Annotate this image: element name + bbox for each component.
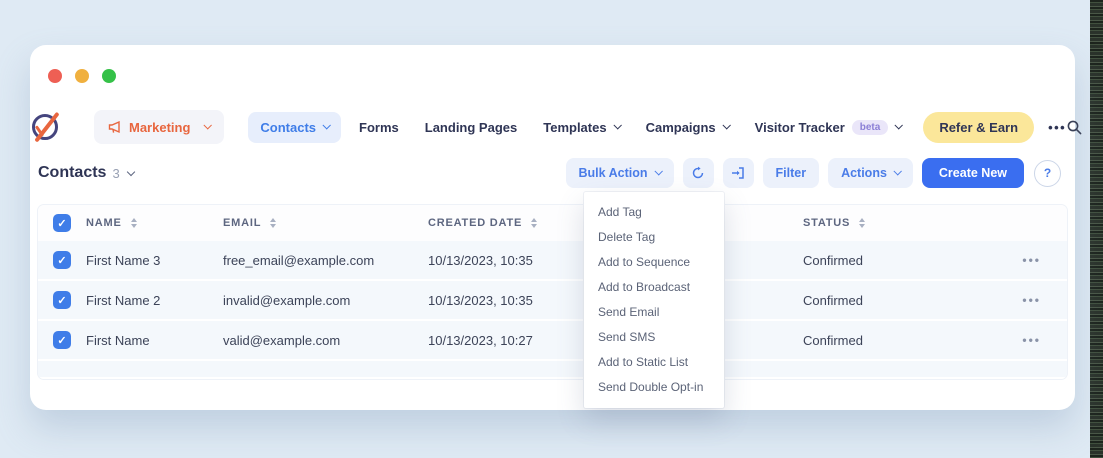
row-menu-icon[interactable]: ••• [1006, 293, 1067, 307]
app-window: Marketing Contacts Forms Landing Pages T… [30, 45, 1075, 410]
chevron-down-icon [654, 167, 662, 175]
product-label: Marketing [129, 120, 190, 135]
menu-item-send-double-opt-in[interactable]: Send Double Opt-in [584, 374, 724, 399]
cell-email: invalid@example.com [223, 293, 428, 308]
row-menu-icon[interactable]: ••• [1006, 253, 1067, 267]
import-button[interactable] [723, 158, 754, 188]
sort-icon[interactable] [270, 218, 276, 228]
menu-item-add-to-broadcast[interactable]: Add to Broadcast [584, 274, 724, 299]
cell-email: valid@example.com [223, 333, 428, 348]
nav-item-contacts[interactable]: Contacts [248, 112, 341, 143]
import-icon [731, 166, 745, 180]
chevron-down-icon [722, 121, 730, 129]
chevron-down-icon [204, 121, 212, 129]
help-button[interactable]: ? [1034, 160, 1061, 187]
cell-status: Confirmed [803, 333, 1006, 348]
top-navbar: Marketing Contacts Forms Landing Pages T… [30, 105, 1075, 149]
sort-icon[interactable] [531, 218, 537, 228]
contacts-table: ✓ NAME EMAIL CREATED DATE STATUS ✓ First… [38, 205, 1067, 379]
column-header-name[interactable]: NAME [86, 217, 223, 229]
menu-item-add-to-sequence[interactable]: Add to Sequence [584, 249, 724, 274]
contacts-count: 3 [112, 166, 119, 181]
row-checkbox[interactable]: ✓ [53, 251, 71, 269]
menu-item-send-email[interactable]: Send Email [584, 299, 724, 324]
window-maximize-dot[interactable] [102, 69, 116, 83]
page-title: Contacts [38, 164, 106, 182]
chevron-down-icon [322, 121, 330, 129]
cell-name: First Name 2 [86, 293, 223, 308]
table-footer-strip [38, 361, 1067, 379]
nav-item-campaigns[interactable]: Campaigns [646, 120, 729, 135]
window-close-dot[interactable] [48, 69, 62, 83]
search-icon[interactable] [1066, 119, 1083, 136]
cell-email: free_email@example.com [223, 253, 428, 268]
table-row[interactable]: ✓ First Name 3 free_email@example.com 10… [38, 241, 1067, 281]
brand-logo-icon [32, 111, 64, 143]
menu-item-send-sms[interactable]: Send SMS [584, 324, 724, 349]
beta-badge: beta [852, 120, 889, 135]
table-row[interactable]: ✓ First Name 2 invalid@example.com 10/13… [38, 281, 1067, 321]
select-all-checkbox[interactable]: ✓ [53, 214, 71, 232]
menu-item-delete-tag[interactable]: Delete Tag [584, 224, 724, 249]
cell-name: First Name 3 [86, 253, 223, 268]
row-checkbox[interactable]: ✓ [53, 291, 71, 309]
nav-item-forms[interactable]: Forms [359, 120, 399, 135]
chevron-down-icon [895, 121, 903, 129]
nav-item-refer-earn[interactable]: Refer & Earn [923, 112, 1034, 143]
menu-item-add-to-static-list[interactable]: Add to Static List [584, 349, 724, 374]
chevron-down-icon [613, 121, 621, 129]
window-minimize-dot[interactable] [75, 69, 89, 83]
nav-more-menu[interactable]: ••• [1048, 120, 1066, 135]
actions-button[interactable]: Actions [828, 158, 913, 188]
cell-status: Confirmed [803, 253, 1006, 268]
row-menu-icon[interactable]: ••• [1006, 333, 1067, 347]
nav-item-visitor-tracker[interactable]: Visitor Tracker beta [755, 120, 902, 135]
row-checkbox[interactable]: ✓ [53, 331, 71, 349]
cell-status: Confirmed [803, 293, 1006, 308]
column-header-email[interactable]: EMAIL [223, 217, 428, 229]
bulk-action-menu: Add Tag Delete Tag Add to Sequence Add t… [584, 192, 724, 408]
chevron-down-icon [893, 167, 901, 175]
page-toolbar: Contacts 3 Bulk Action Filter Actions Cr… [38, 153, 1061, 193]
product-switcher-marketing[interactable]: Marketing [94, 110, 224, 144]
sort-icon[interactable] [131, 218, 137, 228]
window-controls [48, 69, 116, 83]
table-row[interactable]: ✓ First Name valid@example.com 10/13/202… [38, 321, 1067, 361]
sort-icon[interactable] [859, 218, 865, 228]
nav-item-templates[interactable]: Templates [543, 120, 619, 135]
filter-button[interactable]: Filter [763, 158, 820, 188]
chevron-down-icon[interactable] [126, 167, 134, 175]
nav-item-landing-pages[interactable]: Landing Pages [425, 120, 517, 135]
background-texture-strip [1090, 0, 1103, 458]
megaphone-icon [108, 121, 122, 134]
menu-item-add-tag[interactable]: Add Tag [584, 199, 724, 224]
create-new-button[interactable]: Create New [922, 158, 1024, 188]
table-header-row: ✓ NAME EMAIL CREATED DATE STATUS [38, 205, 1067, 241]
refresh-icon [691, 166, 705, 180]
bulk-action-button[interactable]: Bulk Action [566, 158, 674, 188]
refresh-button[interactable] [683, 158, 714, 188]
cell-name: First Name [86, 333, 223, 348]
column-header-status[interactable]: STATUS [803, 217, 1006, 229]
